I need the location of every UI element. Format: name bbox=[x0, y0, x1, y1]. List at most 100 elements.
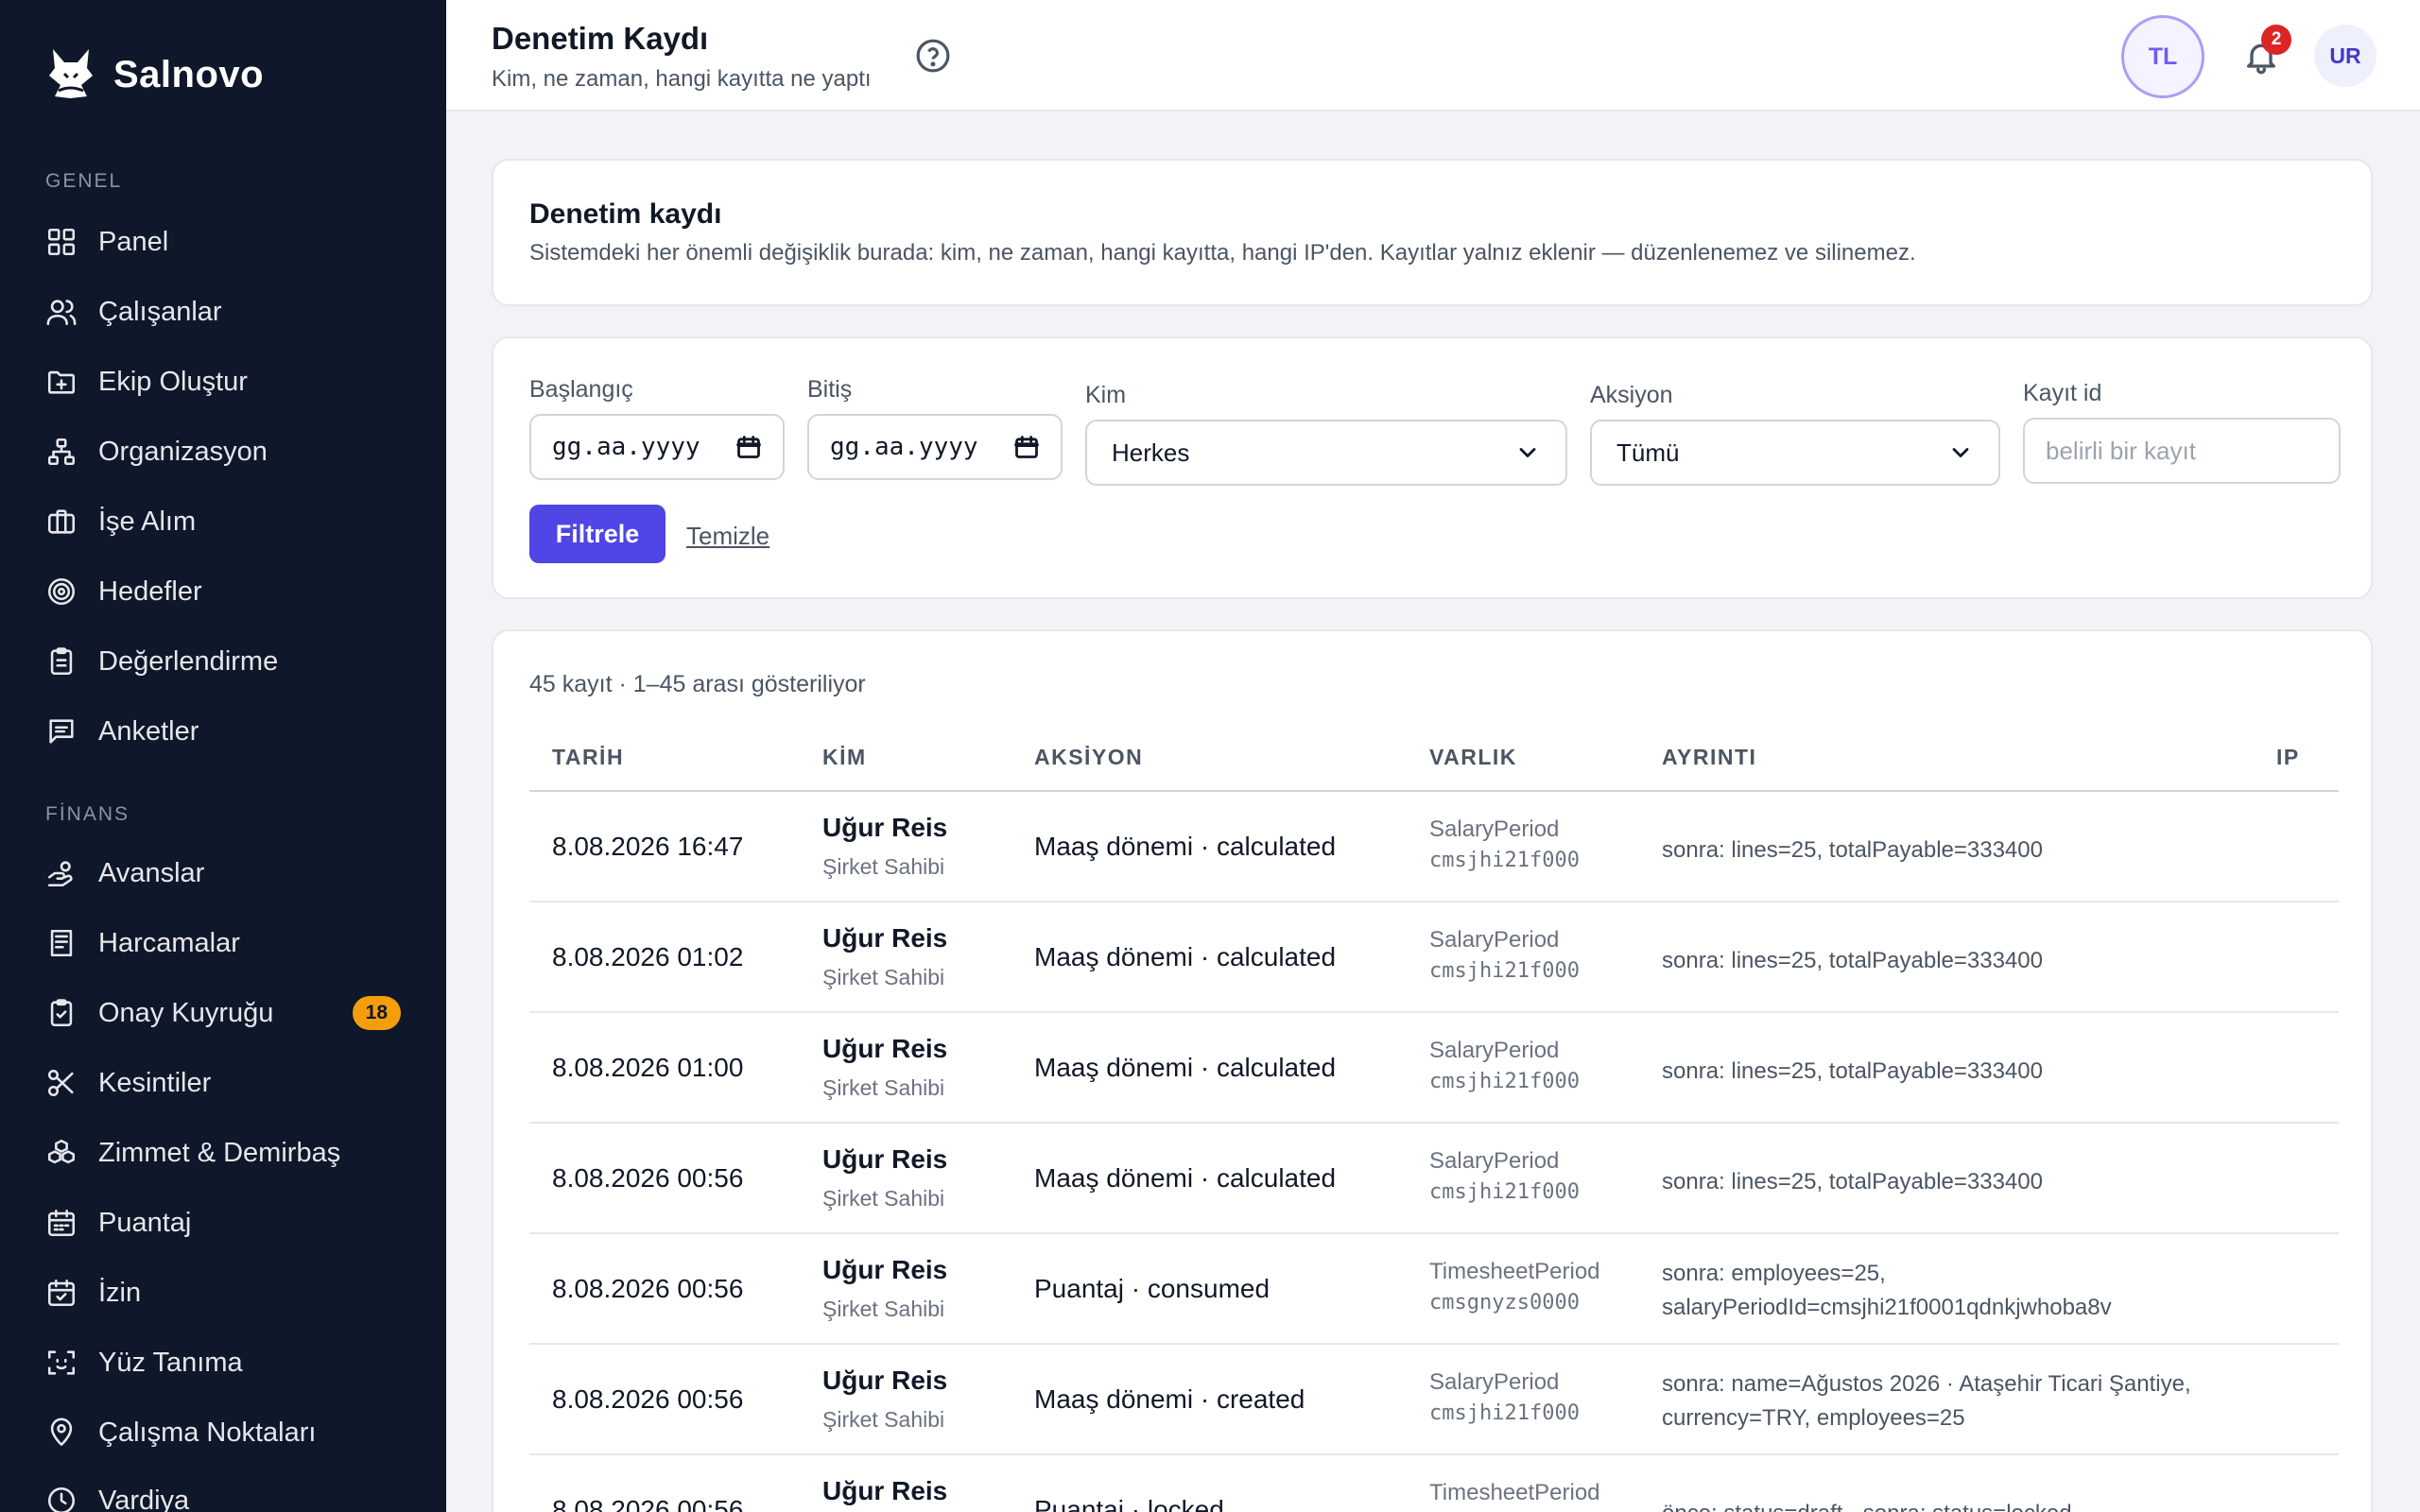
table-row[interactable]: 8.08.2026 00:56 Uğur Reis Şirket Sahibi … bbox=[529, 1455, 2339, 1512]
action-select[interactable]: Tümü bbox=[1590, 420, 2000, 486]
intro-title: Denetim kaydı bbox=[529, 198, 722, 230]
help-icon[interactable] bbox=[915, 38, 951, 74]
clock-icon bbox=[47, 1486, 76, 1512]
clear-filters-link[interactable]: Temizle bbox=[686, 522, 769, 551]
brand[interactable]: Salnovo bbox=[45, 43, 264, 107]
sidebar-item-organization[interactable]: Organizasyon bbox=[45, 425, 401, 478]
table-row[interactable]: 8.08.2026 00:56 Uğur Reis Şirket Sahibi … bbox=[529, 1234, 2339, 1345]
row-entity-id: cmsgnyzs0000 bbox=[1429, 1291, 1580, 1314]
sidebar-item-expenses[interactable]: Harcamalar bbox=[45, 917, 401, 970]
row-entity-id: cmsjhi21f000 bbox=[1429, 849, 1580, 872]
sidebar-item-leave[interactable]: İzin bbox=[45, 1266, 401, 1319]
start-date-input[interactable]: gg.aa.yyyy bbox=[529, 414, 785, 480]
table-row[interactable]: 8.08.2026 01:02 Uğur Reis Şirket Sahibi … bbox=[529, 902, 2339, 1013]
row-actor: Uğur Reis bbox=[822, 813, 948, 842]
row-entity: SalaryPeriod bbox=[1429, 1038, 1560, 1063]
sidebar-item-employees[interactable]: Çalışanlar bbox=[45, 285, 401, 338]
sidebar-item-recruitment[interactable]: İşe Alım bbox=[45, 495, 401, 548]
row-entity-id: cmsjhi21f000 bbox=[1429, 959, 1580, 983]
calendar-icon[interactable] bbox=[735, 434, 762, 460]
record-id-input[interactable]: belirli bir kayıt bbox=[2023, 418, 2341, 484]
sidebar-item-label: İzin bbox=[98, 1277, 142, 1308]
row-actor: Uğur Reis bbox=[822, 1144, 948, 1174]
row-date: 8.08.2026 16:47 bbox=[552, 832, 744, 861]
row-action: Maaş dönemi · created bbox=[1034, 1384, 1305, 1414]
row-date: 8.08.2026 00:56 bbox=[552, 1163, 744, 1193]
row-action: Puantaj · consumed bbox=[1034, 1274, 1270, 1303]
fox-logo-icon bbox=[45, 43, 96, 107]
row-detail: sonra: lines=25, totalPayable=333400 bbox=[1662, 948, 2043, 973]
row-actor-role: Şirket Sahibi bbox=[822, 1075, 945, 1100]
start-date-value: gg.aa.yyyy bbox=[552, 433, 700, 461]
sidebar-item-goals[interactable]: Hedefler bbox=[45, 565, 401, 618]
row-entity-id: cmsjhi21f000 bbox=[1429, 1180, 1580, 1204]
filter-button[interactable]: Filtrele bbox=[529, 505, 666, 563]
top-header: Denetim Kaydı Kim, ne zaman, hangi kayıt… bbox=[446, 0, 2420, 112]
row-actor: Uğur Reis bbox=[822, 1034, 948, 1063]
sidebar-item-work-locations[interactable]: Çalışma Noktaları bbox=[45, 1406, 401, 1459]
sidebar-item-label: Puantaj bbox=[98, 1207, 192, 1238]
sidebar-item-assets[interactable]: Zimmet & Demirbaş bbox=[45, 1126, 401, 1179]
users-icon bbox=[46, 300, 77, 326]
action-selected-value: Tümü bbox=[1616, 438, 1680, 467]
calendar-grid-icon bbox=[47, 1209, 76, 1237]
end-date-input[interactable]: gg.aa.yyyy bbox=[807, 414, 1063, 480]
who-selected-value: Herkes bbox=[1112, 438, 1190, 467]
approval-count-badge: 18 bbox=[352, 996, 401, 1030]
sidebar-item-shifts[interactable]: Vardiya bbox=[45, 1474, 401, 1512]
chat-icon bbox=[49, 719, 74, 744]
row-date: 8.08.2026 00:56 bbox=[552, 1274, 744, 1303]
column-header-ip: IP bbox=[2276, 745, 2300, 769]
clipboard-icon bbox=[50, 647, 73, 676]
sidebar-item-face-recognition[interactable]: Yüz Tanıma bbox=[45, 1336, 401, 1389]
sidebar-item-approval-queue[interactable]: Onay Kuyruğu 18 bbox=[45, 987, 401, 1040]
sidebar-item-evaluation[interactable]: Değerlendirme bbox=[45, 635, 401, 688]
sidebar-item-team-builder[interactable]: Ekip Oluştur bbox=[45, 355, 401, 408]
sidebar-item-deductions[interactable]: Kesintiler bbox=[45, 1057, 401, 1109]
row-entity-id: cmsjhi21f000 bbox=[1429, 1401, 1580, 1425]
notification-count-badge: 2 bbox=[2261, 25, 2291, 55]
tenant-avatar[interactable]: TL bbox=[2121, 15, 2204, 98]
sidebar-item-label: Anketler bbox=[98, 715, 199, 747]
table-row[interactable]: 8.08.2026 16:47 Uğur Reis Şirket Sahibi … bbox=[529, 792, 2339, 902]
grid-icon bbox=[47, 228, 76, 256]
record-id-label: Kayıt id bbox=[2023, 380, 2102, 406]
sidebar-item-surveys[interactable]: Anketler bbox=[45, 705, 401, 758]
calendar-check-icon bbox=[47, 1279, 76, 1307]
sidebar-item-panel[interactable]: Panel bbox=[45, 215, 401, 268]
start-date-label: Başlangıç bbox=[529, 376, 633, 403]
action-label: Aksiyon bbox=[1590, 382, 1673, 408]
table-row[interactable]: 8.08.2026 01:00 Uğur Reis Şirket Sahibi … bbox=[529, 1013, 2339, 1124]
nav-section-finance: FİNANS bbox=[45, 803, 130, 825]
calendar-icon[interactable] bbox=[1013, 434, 1040, 460]
sidebar-item-advances[interactable]: Avanslar bbox=[45, 847, 401, 900]
org-chart-icon bbox=[47, 438, 76, 466]
table-summary: 45 kayıt · 1–45 arası gösteriliyor bbox=[529, 671, 866, 697]
clipboard-check-icon bbox=[50, 999, 73, 1027]
table-row[interactable]: 8.08.2026 00:56 Uğur Reis Şirket Sahibi … bbox=[529, 1124, 2339, 1234]
receipt-icon bbox=[50, 929, 73, 957]
sidebar-item-label: Onay Kuyruğu bbox=[98, 997, 274, 1028]
who-select[interactable]: Herkes bbox=[1085, 420, 1567, 486]
briefcase-icon bbox=[47, 509, 76, 534]
filter-card: Başlangıç gg.aa.yyyy Bitiş gg.aa.yyyy Ki… bbox=[492, 336, 2373, 599]
row-action: Maaş dönemi · calculated bbox=[1034, 1163, 1337, 1193]
sidebar: Salnovo GENEL Panel Çalışanlar Ekip Oluş… bbox=[0, 0, 446, 1512]
column-header-who: KİM bbox=[822, 745, 867, 769]
intro-card: Denetim kaydı Sistemdeki her önemli deği… bbox=[492, 159, 2373, 306]
sidebar-item-label: Kesintiler bbox=[98, 1067, 212, 1098]
sidebar-item-label: Yüz Tanıma bbox=[98, 1347, 243, 1378]
row-date: 8.08.2026 01:00 bbox=[552, 1053, 744, 1082]
row-actor: Uğur Reis bbox=[822, 1255, 948, 1284]
page-subtitle: Kim, ne zaman, hangi kayıtta ne yaptı bbox=[492, 66, 872, 92]
sidebar-item-timesheet[interactable]: Puantaj bbox=[45, 1196, 401, 1249]
row-detail: sonra: lines=25, totalPayable=333400 bbox=[1662, 1058, 2043, 1084]
sidebar-item-label: Zimmet & Demirbaş bbox=[98, 1137, 341, 1168]
table-row[interactable]: 8.08.2026 00:56 Uğur Reis Şirket Sahibi … bbox=[529, 1345, 2339, 1455]
sidebar-item-label: İşe Alım bbox=[98, 506, 197, 537]
user-avatar[interactable]: UR bbox=[2314, 25, 2377, 87]
column-header-date: TARİH bbox=[552, 745, 625, 769]
column-header-entity: VARLIK bbox=[1429, 745, 1517, 769]
row-actor-role: Şirket Sahibi bbox=[822, 1186, 945, 1211]
sidebar-item-label: Panel bbox=[98, 226, 169, 257]
